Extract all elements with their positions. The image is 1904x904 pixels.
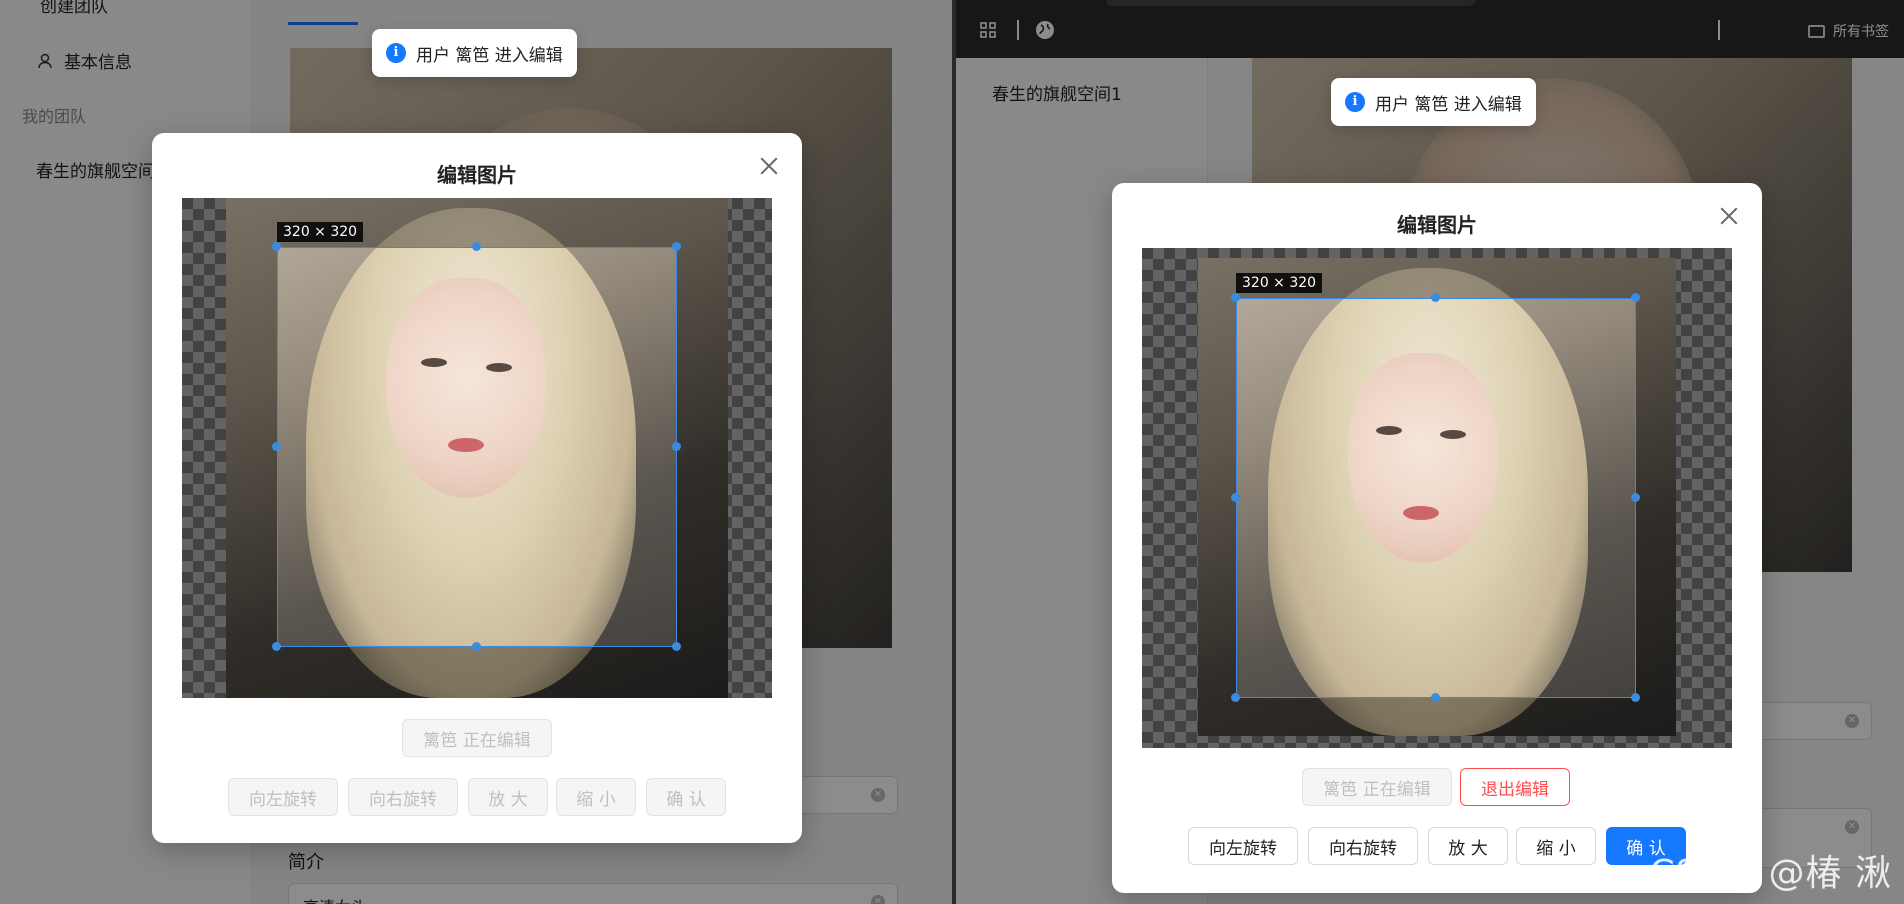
- close-icon[interactable]: [758, 155, 780, 177]
- watermark: CSDN @椿 湫: [1649, 853, 1892, 894]
- zoom-in-button[interactable]: 放 大: [468, 778, 548, 816]
- modal-title: 编辑图片: [437, 163, 517, 187]
- zoom-out-button[interactable]: 缩 小: [1516, 827, 1596, 865]
- toast: i 用户 篱笆 进入编辑: [1331, 78, 1536, 126]
- rotate-right-button[interactable]: 向右旋转: [1308, 827, 1418, 865]
- crop-handle[interactable]: [1231, 493, 1240, 502]
- crop-handle[interactable]: [1631, 493, 1640, 502]
- close-icon[interactable]: [1718, 205, 1740, 227]
- crop-area[interactable]: 320 × 320: [182, 198, 772, 698]
- crop-handle[interactable]: [272, 642, 281, 651]
- crop-box[interactable]: [277, 247, 677, 647]
- crop-handle[interactable]: [1631, 293, 1640, 302]
- edit-image-modal: 编辑图片 320 × 320 篱笆 正在编辑: [152, 133, 802, 843]
- exit-editing-button[interactable]: 退出编辑: [1460, 768, 1570, 806]
- rotate-right-button[interactable]: 向右旋转: [348, 778, 458, 816]
- editing-status-button[interactable]: 篱笆 正在编辑: [402, 719, 552, 757]
- toast-message: 用户 篱笆 进入编辑: [416, 45, 563, 66]
- toast: i 用户 篱笆 进入编辑: [372, 29, 577, 77]
- crop-handle[interactable]: [272, 242, 281, 251]
- crop-handle[interactable]: [672, 442, 681, 451]
- left-window: 创建团队 基本信息 我的团队 春生的旗舰空间 ✕ 简介 高清女头 ✕ i 用户 …: [0, 0, 952, 904]
- crop-handle[interactable]: [1231, 293, 1240, 302]
- toast-message: 用户 篱笆 进入编辑: [1375, 94, 1522, 115]
- right-window: 所有书签 春生的旗舰空间1 ✕ ✕ i 用户 篱笆 进入编辑 编辑图片 320 …: [956, 0, 1904, 904]
- crop-area[interactable]: 320 × 320: [1142, 248, 1732, 748]
- info-icon: i: [386, 43, 406, 63]
- crop-handle[interactable]: [1431, 693, 1440, 702]
- crop-handle[interactable]: [1431, 293, 1440, 302]
- crop-handle[interactable]: [672, 642, 681, 651]
- crop-size-label: 320 × 320: [1236, 273, 1323, 293]
- crop-box[interactable]: [1236, 298, 1636, 698]
- zoom-out-button[interactable]: 缩 小: [556, 778, 636, 816]
- crop-handle[interactable]: [272, 442, 281, 451]
- editing-status-button[interactable]: 篱笆 正在编辑: [1302, 768, 1452, 806]
- zoom-in-button[interactable]: 放 大: [1428, 827, 1508, 865]
- rotate-left-button[interactable]: 向左旋转: [228, 778, 338, 816]
- crop-size-label: 320 × 320: [277, 222, 364, 242]
- edit-image-modal: 编辑图片 320 × 320 篱笆 正在编辑: [1112, 183, 1762, 893]
- modal-title: 编辑图片: [1397, 213, 1477, 237]
- confirm-button[interactable]: 确 认: [646, 778, 726, 816]
- crop-handle[interactable]: [1631, 693, 1640, 702]
- crop-handle[interactable]: [472, 642, 481, 651]
- crop-handle[interactable]: [1231, 693, 1240, 702]
- info-icon: i: [1345, 92, 1365, 112]
- rotate-left-button[interactable]: 向左旋转: [1188, 827, 1298, 865]
- crop-handle[interactable]: [672, 242, 681, 251]
- crop-handle[interactable]: [472, 242, 481, 251]
